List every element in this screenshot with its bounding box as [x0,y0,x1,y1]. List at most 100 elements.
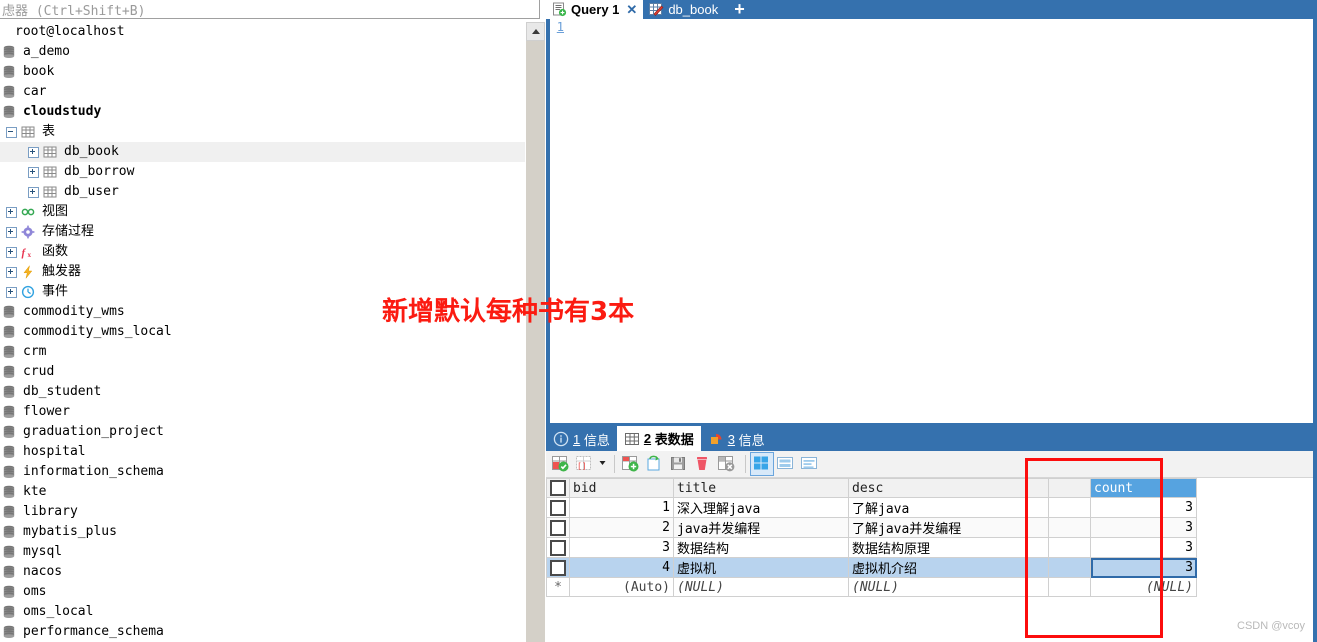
delete-record-icon[interactable] [692,453,714,475]
tree-item-oms[interactable]: oms [0,582,525,602]
scroll-up-arrow-icon[interactable] [526,22,545,41]
new-cell-desc[interactable]: (NULL) [848,577,1049,597]
tree-item-db_book[interactable]: db_book [0,142,525,162]
cell-desc[interactable]: 了解java并发编程 [848,517,1049,538]
chevron-down-icon[interactable] [598,451,607,473]
tree-item--[interactable]: 表 [0,122,525,142]
tree-item-oms_local[interactable]: oms_local [0,602,525,622]
tree-item-performance_schema[interactable]: performance_schema [0,622,525,642]
checkbox-icon[interactable] [550,480,566,496]
tab-query-1[interactable]: Query 1 ✕ [546,0,644,19]
row-checkbox[interactable] [546,537,570,558]
new-cell-bid[interactable]: (Auto) [569,577,674,597]
cell-title[interactable]: java并发编程 [673,517,849,538]
sql-editor[interactable]: 1 [546,19,1317,423]
table-row[interactable]: 2 java并发编程 了解java并发编程 3 [546,517,1197,538]
table-row[interactable]: 1 深入理解java 了解java 3 [546,497,1197,518]
row-checkbox[interactable] [546,517,570,538]
add-record-icon[interactable] [620,453,642,475]
form-view-icon[interactable] [775,453,797,475]
tree-item-book[interactable]: book [0,62,525,82]
expand-icon[interactable] [28,166,39,178]
result-tab-table-data[interactable]: 2 表数据 [616,426,701,451]
cell-desc[interactable]: 了解java [848,497,1049,518]
checkbox-icon[interactable] [550,559,566,576]
expand-icon[interactable] [6,266,17,278]
tree-item-information_schema[interactable]: information_schema [0,462,525,482]
cell-count[interactable]: 3 [1090,557,1197,578]
refresh-icon[interactable] [644,453,666,475]
tree-item--[interactable]: 触发器 [0,262,525,282]
cell-gap[interactable] [1048,497,1091,518]
expand-icon[interactable] [28,186,39,198]
tree-item--[interactable]: f x 函数 [0,242,525,262]
tree-item-library[interactable]: library [0,502,525,522]
data-table[interactable]: bid title desc count 1 深入理解java 了解java 3 2 java并发… [546,478,1197,597]
cell-count[interactable]: 3 [1090,517,1197,538]
tree-item--[interactable]: 视图 [0,202,525,222]
tree-item-mysql[interactable]: mysql [0,542,525,562]
tree-item-nacos[interactable]: nacos [0,562,525,582]
new-cell-title[interactable]: (NULL) [673,577,849,597]
tree-item-a_demo[interactable]: a_demo [0,42,525,62]
checkbox-icon[interactable] [550,499,566,516]
filter-wizard-icon[interactable]: [] [574,453,596,475]
column-header-bid[interactable]: bid [569,478,674,498]
column-header-title[interactable]: title [673,478,849,498]
close-icon[interactable]: ✕ [626,2,637,18]
result-tab-info-3[interactable]: 3 信息 [701,427,772,451]
tree-item-root[interactable]: root@localhost [0,22,525,42]
expand-icon[interactable] [6,286,17,298]
cell-desc[interactable]: 虚拟机介绍 [848,557,1049,578]
cell-title[interactable]: 数据结构 [673,537,849,558]
cell-count[interactable]: 3 [1090,537,1197,558]
checkbox-icon[interactable] [550,519,566,536]
cell-gap[interactable] [1048,517,1091,538]
tree-item-cloudstudy[interactable]: cloudstudy [0,102,525,122]
new-cell-count[interactable]: (NULL) [1090,577,1197,597]
column-header-desc[interactable]: desc [848,478,1049,498]
row-checkbox[interactable] [546,497,570,518]
result-tab-info-1[interactable]: 1 信息 [546,427,617,451]
cell-bid[interactable]: 2 [569,517,674,538]
tab-db-book[interactable]: db_book [643,0,724,19]
new-record-row[interactable]: * (Auto) (NULL) (NULL) (NULL) [546,577,1197,597]
collapse-icon[interactable] [6,126,17,138]
cell-title[interactable]: 深入理解java [673,497,849,518]
tree-item--[interactable]: 存储过程 [0,222,525,242]
cell-bid[interactable]: 3 [569,537,674,558]
tree-item-graduation_project[interactable]: graduation_project [0,422,525,442]
tree-item-db_student[interactable]: db_student [0,382,525,402]
checkbox-icon[interactable] [550,539,566,556]
save-icon[interactable] [668,453,690,475]
row-checkbox[interactable] [546,557,570,578]
new-cell-gap[interactable] [1048,577,1091,597]
cancel-changes-icon[interactable] [716,453,738,475]
tree-item-db_borrow[interactable]: db_borrow [0,162,525,182]
grid-view-icon[interactable] [750,452,774,476]
cell-desc[interactable]: 数据结构原理 [848,537,1049,558]
new-tab-button[interactable]: + [724,0,755,19]
column-header-gap[interactable] [1048,478,1091,498]
text-view-icon[interactable] [799,453,821,475]
expand-icon[interactable] [6,226,17,238]
table-row[interactable]: 3 数据结构 数据结构原理 3 [546,537,1197,558]
database-tree[interactable]: root@localhost a_demo book car cloudstud… [0,22,525,642]
tree-item-hospital[interactable]: hospital [0,442,525,462]
tree-item-crm[interactable]: crm [0,342,525,362]
cell-gap[interactable] [1048,557,1091,578]
tree-item-db_user[interactable]: db_user [0,182,525,202]
tree-item-flower[interactable]: flower [0,402,525,422]
result-grid[interactable]: bid title desc count 1 深入理解java 了解java 3 2 java并发… [546,478,1317,642]
column-header-count[interactable]: count [1090,478,1197,498]
cell-title[interactable]: 虚拟机 [673,557,849,578]
tree-item-crud[interactable]: crud [0,362,525,382]
expand-icon[interactable] [6,206,17,218]
cell-gap[interactable] [1048,537,1091,558]
expand-icon[interactable] [28,146,39,158]
tree-vertical-scrollbar[interactable] [526,22,545,642]
tree-item-car[interactable]: car [0,82,525,102]
apply-changes-icon[interactable] [550,453,572,475]
expand-icon[interactable] [6,246,17,258]
table-row[interactable]: 4 虚拟机 虚拟机介绍 3 [546,557,1197,578]
